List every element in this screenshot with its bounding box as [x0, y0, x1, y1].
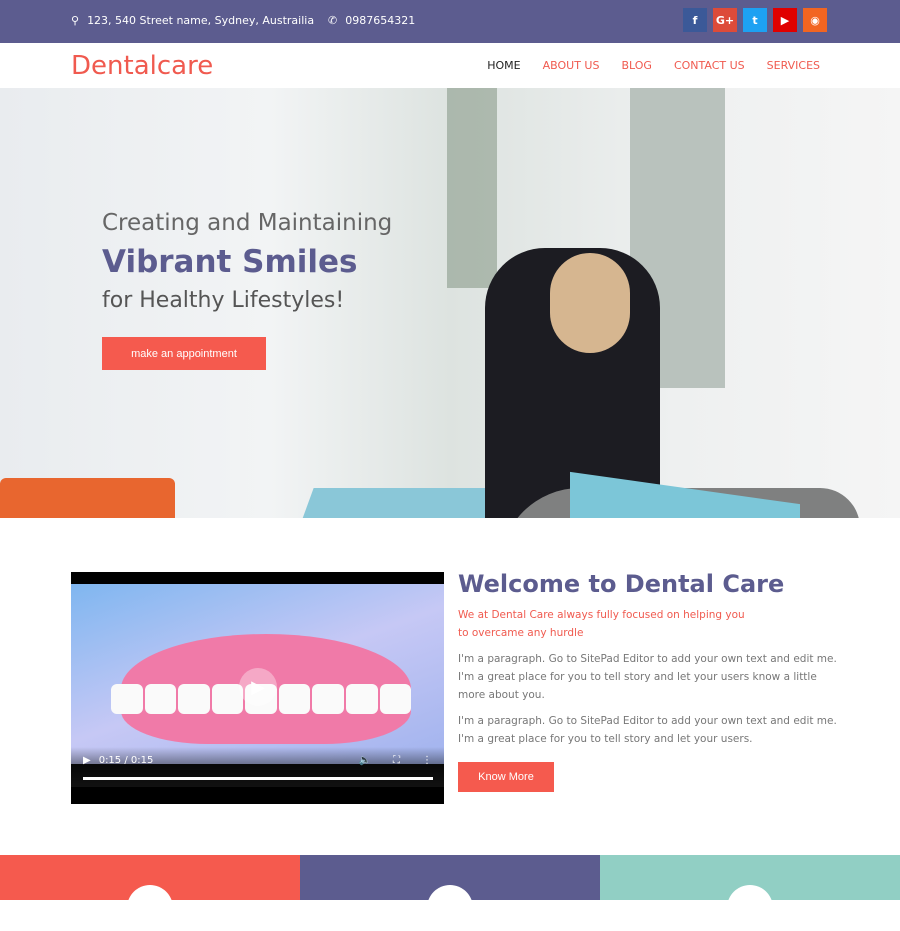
- feature-tile: [600, 855, 900, 931]
- feature-icon: [427, 885, 473, 931]
- subtitle-line-1: We at Dental Care always fully focused o…: [458, 609, 745, 621]
- hero-text: Creating and Maintaining Vibrant Smiles …: [102, 210, 392, 313]
- address-text: 123, 540 Street name, Sydney, Austrailia: [87, 14, 315, 27]
- map-pin-icon: ⚲: [71, 14, 80, 27]
- phone: ✆ 0987654321: [328, 14, 415, 27]
- video-progress-bar[interactable]: [83, 777, 433, 780]
- nav-about-us[interactable]: ABOUT US: [543, 59, 600, 72]
- welcome-section: Welcome to Dental Care We at Dental Care…: [458, 570, 838, 748]
- rss-icon[interactable]: ◉: [803, 8, 827, 32]
- logo[interactable]: Dentalcare: [71, 51, 213, 81]
- top-bar: ⚲ 123, 540 Street name, Sydney, Austraili…: [0, 0, 900, 43]
- nav-home[interactable]: HOME: [487, 59, 520, 72]
- hero-image-head: [550, 253, 630, 353]
- subtitle-line-2: to overcame any hurdle: [458, 627, 584, 639]
- hero-image-tray: [286, 488, 514, 518]
- welcome-subtitle: We at Dental Care always fully focused o…: [458, 606, 838, 642]
- feature-tiles: [0, 855, 900, 931]
- address: ⚲ 123, 540 Street name, Sydney, Austraili…: [71, 14, 314, 27]
- feature-icon: [127, 885, 173, 931]
- know-more-button[interactable]: Know More: [458, 762, 554, 792]
- facebook-icon[interactable]: f: [683, 8, 707, 32]
- hero-headline: Vibrant Smiles: [102, 244, 358, 280]
- video-controls: ▶ 0:15 / 0:15 🔈 ⛶ ⋮: [71, 747, 444, 787]
- google-plus-icon[interactable]: G+: [713, 8, 737, 32]
- video-frame: ▶: [71, 584, 444, 764]
- more-options-icon[interactable]: ⋮: [422, 755, 432, 766]
- nav-services[interactable]: SERVICES: [767, 59, 820, 72]
- phone-icon: ✆: [328, 14, 338, 27]
- play-icon[interactable]: ▶: [83, 755, 91, 766]
- hero-line-3: for Healthy Lifestyles!: [102, 288, 345, 313]
- youtube-icon[interactable]: ▶: [773, 8, 797, 32]
- main-menu: HOME ABOUT US BLOG CONTACT US SERVICES: [487, 59, 820, 72]
- nav-contact-us[interactable]: CONTACT US: [674, 59, 745, 72]
- feature-tile: [0, 855, 300, 931]
- fullscreen-icon[interactable]: ⛶: [393, 755, 400, 766]
- hero-image-unit: [0, 478, 175, 518]
- make-appointment-button[interactable]: make an appointment: [102, 337, 266, 370]
- paragraph-2: I'm a paragraph. Go to SitePad Editor to…: [458, 715, 837, 745]
- video-time: 0:15 / 0:15: [98, 755, 154, 766]
- nav-blog[interactable]: BLOG: [621, 59, 651, 72]
- welcome-title: Welcome to Dental Care: [458, 570, 785, 598]
- twitter-icon[interactable]: t: [743, 8, 767, 32]
- feature-icon: [727, 885, 773, 931]
- feature-tile: [300, 855, 600, 931]
- hero-image: [447, 88, 497, 288]
- hero-line-1: Creating and Maintaining: [102, 210, 393, 236]
- volume-icon[interactable]: 🔈: [359, 755, 371, 766]
- social-links: f G+ t ▶ ◉: [683, 8, 827, 32]
- video-player[interactable]: ▶ ▶ 0:15 / 0:15 🔈 ⛶ ⋮: [71, 572, 444, 804]
- paragraph-1: I'm a paragraph. Go to SitePad Editor to…: [458, 653, 837, 701]
- phone-text: 0987654321: [345, 14, 416, 27]
- play-overlay-icon[interactable]: ▶: [239, 668, 277, 706]
- navbar: Dentalcare HOME ABOUT US BLOG CONTACT US…: [0, 43, 900, 88]
